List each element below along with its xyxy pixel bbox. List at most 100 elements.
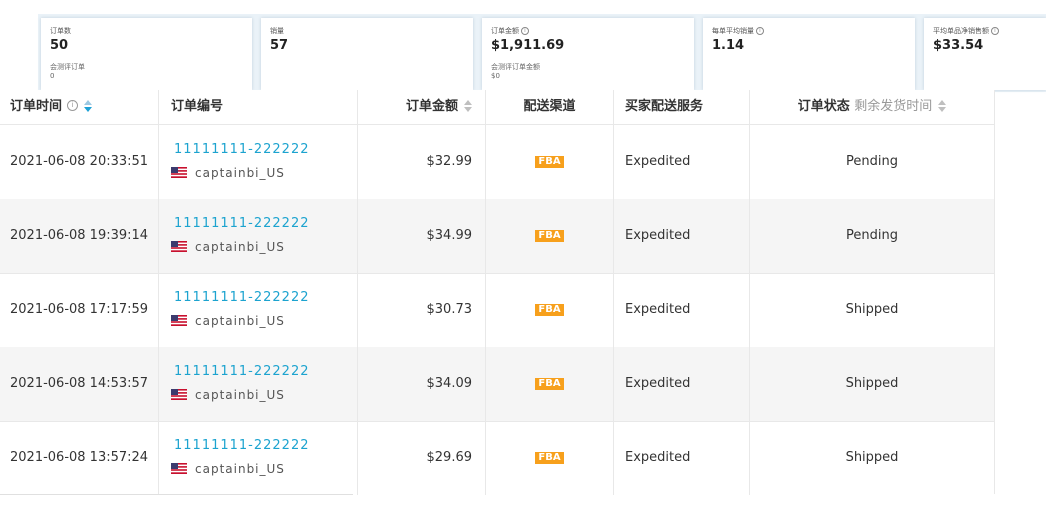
store-info: captainbi_US (171, 462, 285, 476)
stat-label: 每单平均销量 (712, 27, 754, 35)
stat-value: $33.54 (933, 38, 984, 53)
order-amount: $34.09 (358, 347, 486, 421)
header-order-status[interactable]: 订单状态 剩余发货时间 (750, 90, 994, 124)
stats-panel: 订单数 50 会测评订单 0 销量 57 订单金额 i $1,911.69 会测评… (38, 14, 1046, 92)
order-number-link[interactable]: 11111111-222222 (174, 142, 310, 157)
info-icon[interactable]: i (991, 27, 999, 35)
store-info: captainbi_US (171, 314, 285, 328)
order-time: 2021-06-08 14:53:57 (0, 347, 159, 421)
order-status: Shipped (845, 450, 899, 465)
us-flag-icon (171, 463, 187, 474)
stat-sub-value: $0 (491, 72, 500, 80)
stat-label-wrap: 每单平均销量 i (712, 27, 915, 36)
stat-value: $1,911.69 (491, 38, 565, 53)
header-label-extra: 剩余发货时间 (854, 99, 933, 114)
order-number-cell: 11111111-222222 captainbi_US (159, 199, 358, 273)
fba-badge: FBA (535, 303, 564, 316)
us-flag-icon (171, 389, 187, 400)
order-status: Pending (846, 154, 898, 169)
us-flag-icon (171, 315, 187, 326)
table-header: 订单时间 i 订单编号 订单金额 配送渠道 买家配送服务 订单状态 剩余发货时间 (0, 90, 994, 125)
order-amount: $30.73 (358, 273, 486, 347)
store-name: captainbi_US (195, 388, 285, 402)
store-info: captainbi_US (171, 166, 285, 180)
header-label: 订单时间 (10, 99, 63, 114)
info-icon[interactable]: i (67, 100, 79, 111)
sort-icon[interactable] (938, 99, 947, 112)
order-status: Shipped (845, 302, 899, 317)
order-status: Pending (846, 228, 898, 243)
header-buyer-service: 买家配送服务 (614, 90, 750, 124)
order-number-cell: 11111111-222222 captainbi_US (159, 273, 358, 347)
buyer-service: Expedited (614, 421, 750, 495)
stat-card-avg-units: 每单平均销量 i 1.14 (703, 18, 915, 90)
stat-value: 50 (50, 38, 69, 53)
channel-cell: FBA (486, 421, 614, 495)
order-amount: $34.99 (358, 199, 486, 273)
header-label: 订单金额 (405, 99, 458, 114)
divider (0, 494, 353, 495)
order-number-link[interactable]: 11111111-222222 (174, 216, 310, 231)
fba-badge: FBA (535, 377, 564, 390)
order-time: 2021-06-08 17:17:59 (0, 273, 159, 347)
buyer-service: Expedited (614, 199, 750, 273)
header-channel: 配送渠道 (486, 90, 614, 124)
header-label: 配送渠道 (523, 99, 576, 114)
stat-label: 平均单品净销售额 (933, 27, 989, 35)
order-number-cell: 11111111-222222 captainbi_US (159, 421, 358, 495)
buyer-service: Expedited (614, 273, 750, 347)
order-amount: $29.69 (358, 421, 486, 495)
table-row: 2021-06-08 19:39:14 11111111-222222 capt… (0, 199, 994, 274)
buyer-service: Expedited (614, 347, 750, 421)
store-info: captainbi_US (171, 240, 285, 254)
channel-cell: FBA (486, 199, 614, 273)
stat-card-order-amount: 订单金额 i $1,911.69 会测评订单金额 $0 (482, 18, 694, 90)
info-icon[interactable]: i (756, 27, 764, 35)
stat-label: 订单数 (50, 27, 71, 35)
header-label: 订单编号 (171, 99, 224, 114)
order-number-link[interactable]: 11111111-222222 (174, 290, 310, 305)
store-name: captainbi_US (195, 462, 285, 476)
orders-table: 订单时间 i 订单编号 订单金额 配送渠道 买家配送服务 订单状态 剩余发货时间 … (0, 90, 995, 495)
us-flag-icon (171, 167, 187, 178)
stat-label: 销量 (270, 27, 284, 35)
order-number-cell: 11111111-222222 captainbi_US (159, 347, 358, 421)
sort-icon[interactable] (84, 99, 93, 112)
header-order-number: 订单编号 (159, 90, 358, 124)
header-label: 买家配送服务 (625, 99, 704, 114)
stat-card-orders: 订单数 50 会测评订单 0 (41, 18, 252, 90)
order-time: 2021-06-08 13:57:24 (0, 421, 159, 495)
order-number-link[interactable]: 11111111-222222 (174, 364, 310, 379)
fba-badge: FBA (535, 451, 564, 464)
order-number-cell: 11111111-222222 captainbi_US (159, 125, 358, 199)
header-label: 订单状态 (797, 99, 850, 114)
channel-cell: FBA (486, 125, 614, 199)
store-name: captainbi_US (195, 166, 285, 180)
order-status: Shipped (845, 376, 899, 391)
stat-label-wrap: 平均单品净销售额 i (933, 27, 1046, 36)
store-info: captainbi_US (171, 388, 285, 402)
stat-sub-value: 0 (50, 72, 55, 80)
order-amount: $32.99 (358, 125, 486, 199)
sort-icon[interactable] (464, 99, 472, 112)
stat-value: 57 (270, 38, 289, 53)
table-row: 2021-06-08 14:53:57 11111111-222222 capt… (0, 347, 994, 422)
header-order-time[interactable]: 订单时间 i (0, 90, 159, 124)
stat-label: 订单金额 (491, 27, 519, 35)
stat-value: 1.14 (712, 38, 745, 53)
table-row: 2021-06-08 20:33:51 11111111-222222 capt… (0, 125, 994, 200)
store-name: captainbi_US (195, 240, 285, 254)
channel-cell: FBA (486, 347, 614, 421)
stat-sub-label: 会测评订单 (50, 63, 85, 71)
order-time: 2021-06-08 19:39:14 (0, 199, 159, 273)
header-order-amount[interactable]: 订单金额 (358, 90, 486, 124)
stat-sub-label: 会测评订单金额 (491, 63, 540, 71)
fba-badge: FBA (535, 155, 564, 168)
info-icon[interactable]: i (521, 27, 529, 35)
stat-card-avg-net-sales: 平均单品净销售额 i $33.54 (924, 18, 1046, 90)
order-number-link[interactable]: 11111111-222222 (174, 438, 310, 453)
order-time: 2021-06-08 20:33:51 (0, 125, 159, 199)
stat-card-units: 销量 57 (261, 18, 473, 90)
table-row: 2021-06-08 13:57:24 11111111-222222 capt… (0, 421, 994, 495)
store-name: captainbi_US (195, 314, 285, 328)
